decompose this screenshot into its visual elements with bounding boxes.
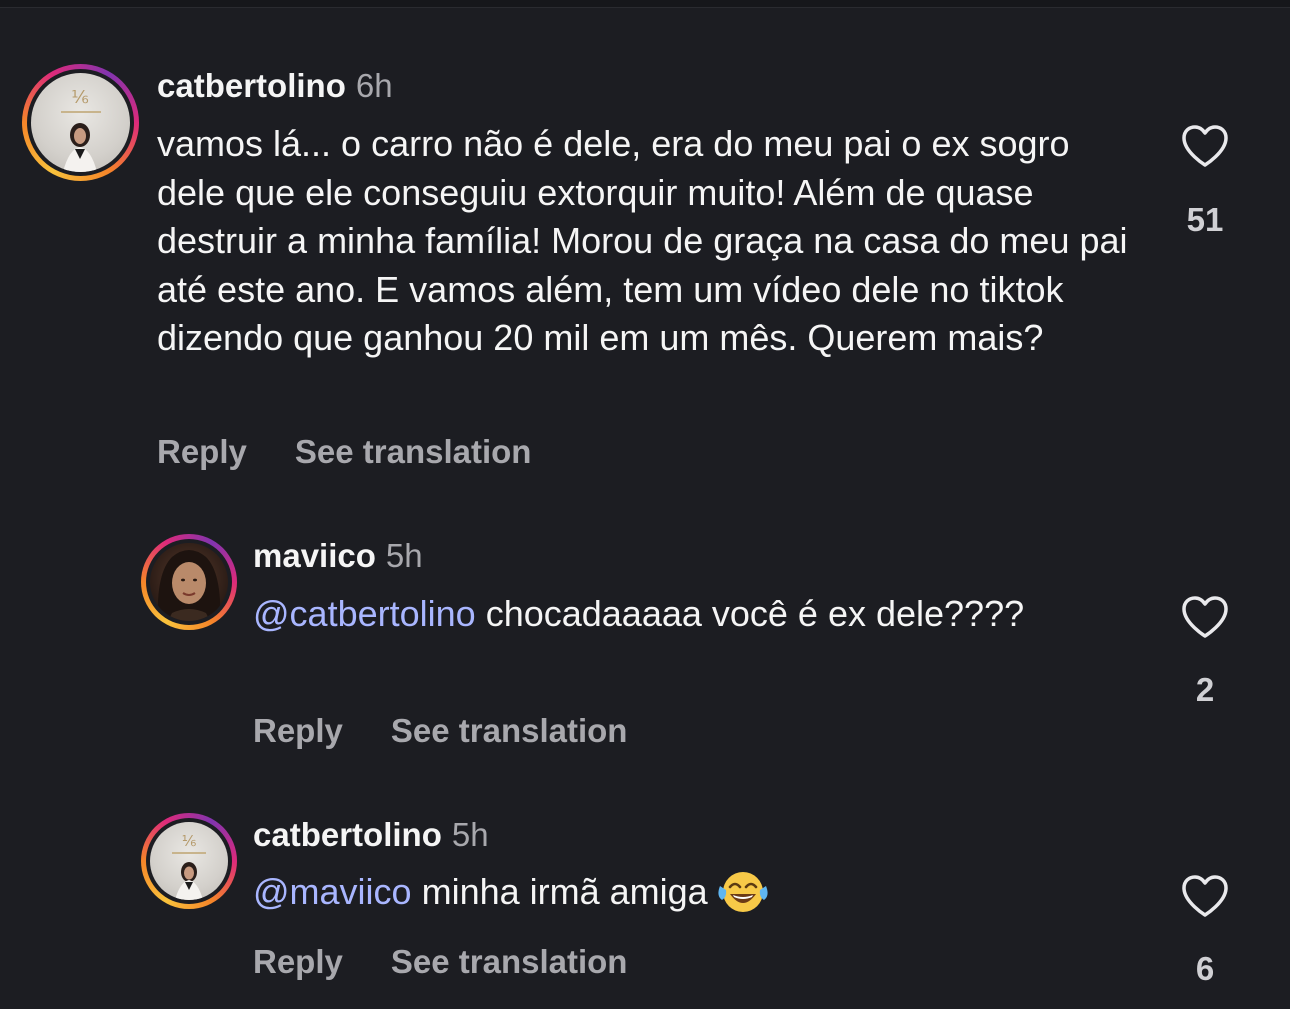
comment-message: minha irmã amiga bbox=[421, 871, 708, 912]
reply-button[interactable]: Reply bbox=[253, 943, 343, 980]
comment-header: catbertolino 5h bbox=[253, 815, 489, 855]
reply-button[interactable]: Reply bbox=[157, 433, 247, 470]
see-translation-button[interactable]: See translation bbox=[391, 712, 628, 749]
comment-actions: Reply See translation bbox=[157, 432, 531, 472]
like-count: 6 bbox=[1195, 950, 1215, 987]
see-translation-button[interactable]: See translation bbox=[391, 943, 628, 980]
profile-photo-woman-icon: ⅙ bbox=[31, 73, 130, 172]
comment-actions: Reply See translation bbox=[253, 942, 627, 982]
face-with-tears-of-joy-emoji bbox=[718, 872, 768, 912]
comment-header: catbertolino 6h bbox=[157, 66, 393, 106]
comment-message: chocadaaaaa você é ex dele???? bbox=[485, 593, 1025, 634]
avatar[interactable]: ⅙ bbox=[141, 813, 237, 909]
comment-text: vamos lá... o carro não é dele, era do m… bbox=[157, 123, 1128, 358]
timestamp: 5h bbox=[451, 816, 489, 853]
like-button[interactable] bbox=[1181, 874, 1229, 918]
heart-icon bbox=[1182, 875, 1228, 917]
profile-photo-selfie-icon bbox=[150, 543, 228, 621]
avatar[interactable] bbox=[141, 534, 237, 630]
mention-link[interactable]: @maviico bbox=[253, 871, 412, 912]
username-link[interactable]: catbertolino bbox=[253, 816, 442, 853]
like-button[interactable] bbox=[1181, 595, 1229, 639]
profile-photo-woman-icon: ⅙ bbox=[150, 822, 228, 900]
svg-text:⅙: ⅙ bbox=[182, 834, 197, 850]
avatar[interactable]: ⅙ bbox=[22, 64, 139, 181]
see-translation-button[interactable]: See translation bbox=[295, 433, 532, 470]
like-button[interactable] bbox=[1181, 124, 1229, 168]
heart-icon bbox=[1182, 125, 1228, 167]
timestamp: 6h bbox=[355, 67, 393, 104]
like-count: 51 bbox=[1186, 201, 1224, 238]
comment-text: @maviico minha irmã amiga bbox=[253, 868, 1053, 917]
timestamp: 5h bbox=[385, 537, 423, 574]
top-divider bbox=[0, 0, 1290, 8]
svg-text:⅙: ⅙ bbox=[71, 87, 88, 107]
mention-link[interactable]: @catbertolino bbox=[253, 593, 476, 634]
like-count: 2 bbox=[1195, 671, 1215, 708]
comment-header: maviico 5h bbox=[253, 536, 423, 576]
username-link[interactable]: maviico bbox=[253, 537, 376, 574]
heart-icon bbox=[1182, 596, 1228, 638]
comment-actions: Reply See translation bbox=[253, 711, 627, 751]
username-link[interactable]: catbertolino bbox=[157, 67, 346, 104]
comment-text: @catbertolino chocadaaaaa você é ex dele… bbox=[253, 590, 1053, 639]
reply-button[interactable]: Reply bbox=[253, 712, 343, 749]
